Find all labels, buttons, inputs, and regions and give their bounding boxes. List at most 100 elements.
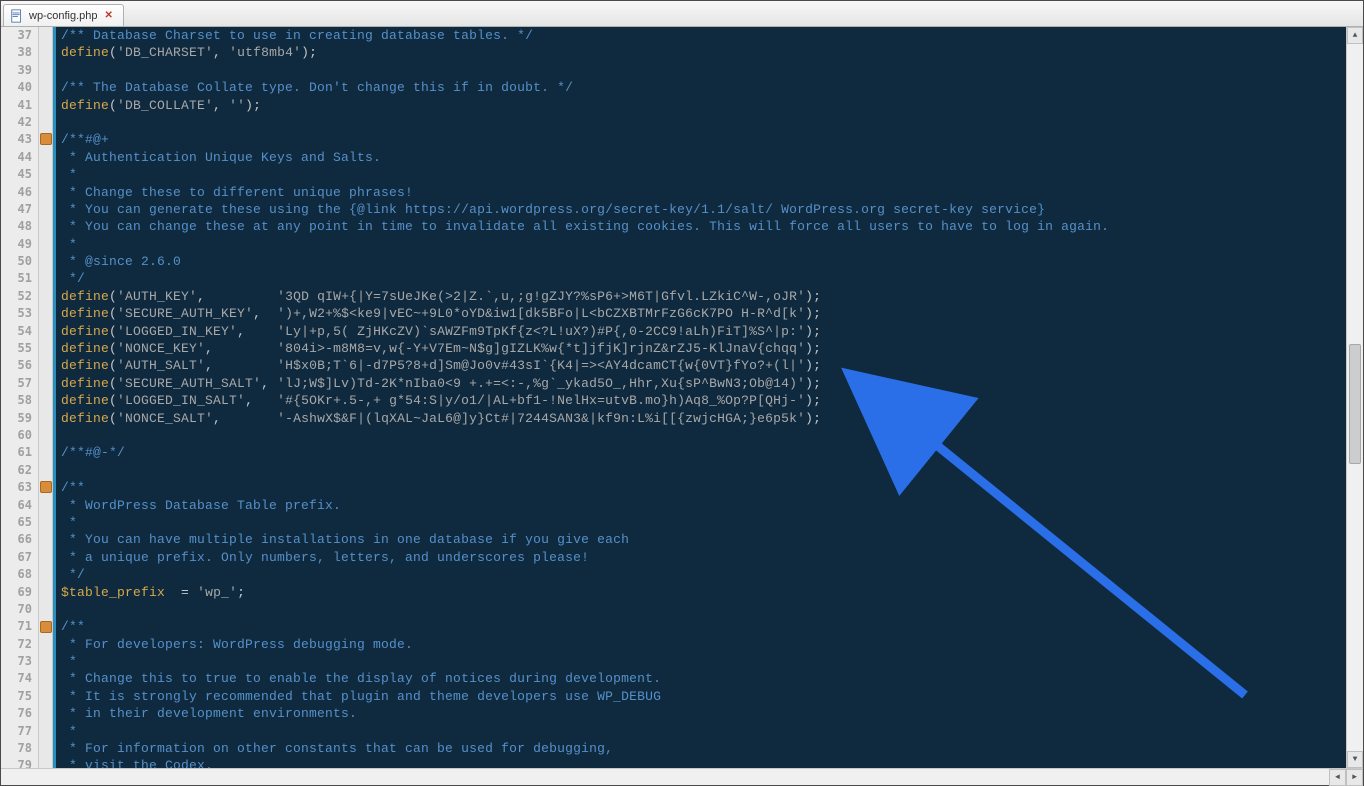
- line-number: 38: [1, 44, 38, 61]
- code-line[interactable]: * Change these to different unique phras…: [55, 184, 1346, 201]
- line-number: 74: [1, 670, 38, 687]
- scroll-up-button[interactable]: ▲: [1347, 27, 1363, 44]
- line-number: 39: [1, 62, 38, 79]
- code-line[interactable]: * visit the Codex.: [55, 757, 1346, 768]
- code-line[interactable]: * It is strongly recommended that plugin…: [55, 688, 1346, 705]
- code-line[interactable]: $table_prefix = 'wp_';: [55, 584, 1346, 601]
- code-line[interactable]: * @since 2.6.0: [55, 253, 1346, 270]
- code-line[interactable]: define('NONCE_SALT', '-AshwX$&F|(lqXAL~J…: [55, 410, 1346, 427]
- code-line[interactable]: [55, 427, 1346, 444]
- line-number: 41: [1, 97, 38, 114]
- line-number: 59: [1, 410, 38, 427]
- line-number: 47: [1, 201, 38, 218]
- line-number: 63: [1, 479, 38, 496]
- code-line[interactable]: *: [55, 514, 1346, 531]
- code-line[interactable]: * a unique prefix. Only numbers, letters…: [55, 549, 1346, 566]
- code-line[interactable]: * You can generate these using the {@lin…: [55, 201, 1346, 218]
- line-number: 69: [1, 584, 38, 601]
- code-line[interactable]: define('SECURE_AUTH_KEY', ')+,W2+%$<ke9|…: [55, 305, 1346, 322]
- line-number: 62: [1, 462, 38, 479]
- bookmark-marker[interactable]: [40, 481, 52, 493]
- line-number: 55: [1, 340, 38, 357]
- line-number: 45: [1, 166, 38, 183]
- code-line[interactable]: define('DB_CHARSET', 'utf8mb4');: [55, 44, 1346, 61]
- code-line[interactable]: *: [55, 166, 1346, 183]
- line-number: 60: [1, 427, 38, 444]
- line-number: 65: [1, 514, 38, 531]
- code-line[interactable]: define('LOGGED_IN_SALT', '#{5OKr+.5-,+ g…: [55, 392, 1346, 409]
- code-line[interactable]: [55, 601, 1346, 618]
- line-number: 48: [1, 218, 38, 235]
- scroll-down-button[interactable]: ▼: [1347, 751, 1363, 768]
- vertical-scrollbar[interactable]: ▲ ▼: [1346, 27, 1363, 768]
- code-line[interactable]: * For information on other constants tha…: [55, 740, 1346, 757]
- line-number: 67: [1, 549, 38, 566]
- code-line[interactable]: *: [55, 653, 1346, 670]
- code-line[interactable]: [55, 462, 1346, 479]
- line-gutter: 3738394041424344454647484950515253545556…: [1, 27, 39, 768]
- line-number: 71: [1, 618, 38, 635]
- code-line[interactable]: */: [55, 566, 1346, 583]
- code-line[interactable]: define('AUTH_KEY', '3QD qIW+{|Y=7sUeJKe(…: [55, 288, 1346, 305]
- line-number: 50: [1, 253, 38, 270]
- code-line[interactable]: */: [55, 270, 1346, 287]
- editor-frame: 3738394041424344454647484950515253545556…: [1, 27, 1363, 785]
- scroll-right-button[interactable]: ►: [1346, 769, 1363, 786]
- code-line[interactable]: /**#@+: [55, 131, 1346, 148]
- code-line[interactable]: define('DB_COLLATE', '');: [55, 97, 1346, 114]
- line-number: 64: [1, 497, 38, 514]
- line-number: 70: [1, 601, 38, 618]
- code-line[interactable]: define('SECURE_AUTH_SALT', 'lJ;W$]Lv)Td-…: [55, 375, 1346, 392]
- code-line[interactable]: /** The Database Collate type. Don't cha…: [55, 79, 1346, 96]
- vscroll-track[interactable]: [1347, 44, 1363, 751]
- line-number: 72: [1, 636, 38, 653]
- code-area[interactable]: /** Database Charset to use in creating …: [53, 27, 1346, 768]
- line-number: 77: [1, 723, 38, 740]
- code-line[interactable]: define('LOGGED_IN_KEY', 'Ly|+p,5( ZjHKcZ…: [55, 323, 1346, 340]
- line-number: 73: [1, 653, 38, 670]
- horizontal-scrollbar[interactable]: ◄ ►: [1, 768, 1363, 785]
- code-line[interactable]: *: [55, 723, 1346, 740]
- line-number: 66: [1, 531, 38, 548]
- line-number: 68: [1, 566, 38, 583]
- code-line[interactable]: * in their development environments.: [55, 705, 1346, 722]
- code-line[interactable]: * WordPress Database Table prefix.: [55, 497, 1346, 514]
- code-line[interactable]: /** Database Charset to use in creating …: [55, 27, 1346, 44]
- code-line[interactable]: * Change this to true to enable the disp…: [55, 670, 1346, 687]
- line-number: 75: [1, 688, 38, 705]
- code-line[interactable]: define('NONCE_KEY', '804i>-m8M8=v,w{-Y+V…: [55, 340, 1346, 357]
- file-icon: [10, 9, 24, 23]
- bookmark-marker[interactable]: [40, 621, 52, 633]
- code-line[interactable]: [55, 62, 1346, 79]
- line-number: 58: [1, 392, 38, 409]
- close-icon[interactable]: ✕: [103, 10, 115, 21]
- code-line[interactable]: define('AUTH_SALT', 'H$x0B;T`6|-d7P5?8+d…: [55, 357, 1346, 374]
- line-number: 49: [1, 236, 38, 253]
- line-number: 44: [1, 149, 38, 166]
- hscroll-track[interactable]: [1, 769, 1329, 785]
- code-line[interactable]: /**: [55, 618, 1346, 635]
- line-number: 57: [1, 375, 38, 392]
- tab-filename: wp-config.php: [29, 10, 98, 22]
- tab-bar: wp-config.php ✕: [1, 1, 1363, 27]
- code-line[interactable]: [55, 114, 1346, 131]
- code-line[interactable]: * You can have multiple installations in…: [55, 531, 1346, 548]
- line-number: 61: [1, 444, 38, 461]
- code-line[interactable]: *: [55, 236, 1346, 253]
- line-number: 56: [1, 357, 38, 374]
- line-number: 40: [1, 79, 38, 96]
- code-line[interactable]: /**#@-*/: [55, 444, 1346, 461]
- tab-active[interactable]: wp-config.php ✕: [3, 4, 124, 26]
- code-line[interactable]: * For developers: WordPress debugging mo…: [55, 636, 1346, 653]
- line-number: 78: [1, 740, 38, 757]
- vscroll-thumb[interactable]: [1349, 344, 1361, 464]
- line-number: 43: [1, 131, 38, 148]
- code-line[interactable]: * You can change these at any point in t…: [55, 218, 1346, 235]
- bookmark-marker[interactable]: [40, 133, 52, 145]
- code-line[interactable]: * Authentication Unique Keys and Salts.: [55, 149, 1346, 166]
- line-number: 54: [1, 323, 38, 340]
- scroll-left-button[interactable]: ◄: [1329, 769, 1346, 786]
- line-number: 52: [1, 288, 38, 305]
- line-number: 37: [1, 27, 38, 44]
- code-line[interactable]: /**: [55, 479, 1346, 496]
